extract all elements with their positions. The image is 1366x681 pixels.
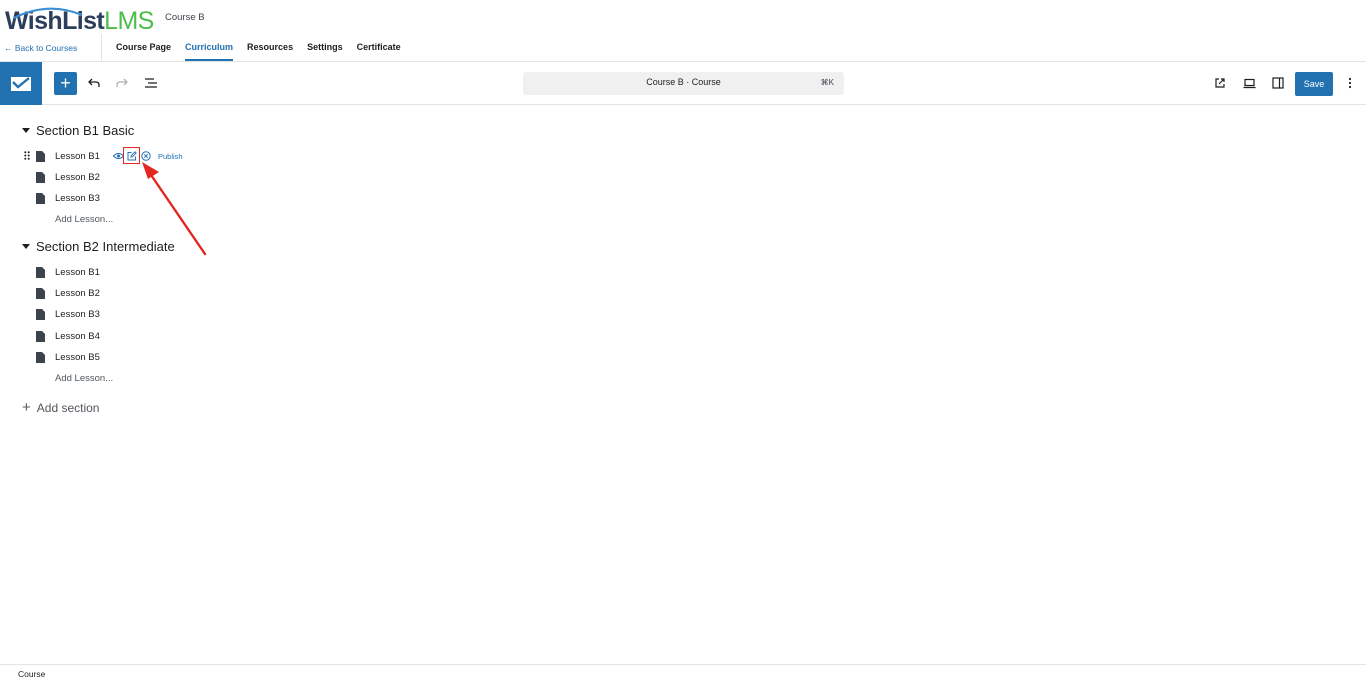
document-icon <box>36 150 45 162</box>
logo-swoosh-icon <box>13 7 83 19</box>
course-tabs: Course Page Curriculum Resources Setting… <box>101 34 415 61</box>
lesson-title: Lesson B3 <box>55 308 100 320</box>
lesson-title: Lesson B2 <box>55 287 100 299</box>
lesson-title: Lesson B4 <box>55 330 100 342</box>
lesson-title: Lesson B3 <box>55 192 100 204</box>
site-logo-button[interactable] <box>0 62 42 105</box>
status-footer: Course <box>0 664 1366 681</box>
lesson-title: Lesson B1 <box>55 266 100 278</box>
lesson-item[interactable]: Lesson B1 <box>36 148 100 164</box>
external-link-icon <box>1215 78 1225 88</box>
document-icon <box>36 330 45 342</box>
lesson-title: Lesson B2 <box>55 171 100 183</box>
view-page-button[interactable] <box>1210 73 1230 93</box>
logo-text-lms: LMS <box>104 7 154 35</box>
tab-resources[interactable]: Resources <box>247 34 293 61</box>
options-menu-button[interactable] <box>1340 73 1360 93</box>
drag-handle-icon[interactable] <box>24 151 30 160</box>
preview-button[interactable] <box>1239 73 1259 93</box>
add-section-button[interactable]: + Add section <box>22 399 100 416</box>
document-title: Course B · Course <box>646 77 721 87</box>
course-name: Course B <box>165 12 205 23</box>
undo-button[interactable] <box>84 73 104 93</box>
plus-icon: + <box>22 399 31 416</box>
settings-sidebar-toggle[interactable] <box>1268 73 1288 93</box>
app-header: WishListLMS Course B ← Back to Courses C… <box>0 0 1366 61</box>
command-palette-button[interactable]: Course B · Course ⌘K <box>523 72 844 95</box>
wishlist-logo-icon <box>11 76 31 91</box>
lesson-item[interactable]: Lesson B2 <box>36 285 100 301</box>
document-icon <box>36 171 45 183</box>
section-title: Section B1 Basic <box>36 123 135 138</box>
list-view-button[interactable] <box>141 73 161 93</box>
collapse-caret-icon[interactable] <box>22 244 30 249</box>
back-to-courses-link[interactable]: ← Back to Courses <box>4 43 77 53</box>
annotation-arrow <box>142 162 207 256</box>
lesson-item[interactable]: Lesson B5 <box>36 349 100 365</box>
shortcut-hint: ⌘K <box>820 78 834 87</box>
section-header[interactable]: Section B1 Basic <box>22 123 134 138</box>
lesson-title: Lesson B1 <box>55 150 100 162</box>
document-icon <box>36 266 45 278</box>
lesson-item[interactable]: Lesson B2 <box>36 169 100 185</box>
lesson-item[interactable]: Lesson B1 <box>36 264 100 280</box>
lesson-item[interactable]: Lesson B4 <box>36 328 100 344</box>
add-block-button[interactable]: + <box>54 72 77 95</box>
add-lesson-link[interactable]: Add Lesson... <box>55 373 113 384</box>
add-lesson-link[interactable]: Add Lesson... <box>55 214 113 225</box>
device-preview-icon <box>1243 78 1255 88</box>
collapse-caret-icon[interactable] <box>22 128 30 133</box>
document-icon <box>36 308 45 320</box>
undo-icon <box>88 78 100 87</box>
tab-course-page[interactable]: Course Page <box>116 34 171 61</box>
save-button[interactable]: Save <box>1295 72 1333 96</box>
document-icon <box>36 192 45 204</box>
editor-toolbar: + Course B · Course ⌘K Save <box>0 61 1366 105</box>
tab-curriculum[interactable]: Curriculum <box>185 34 234 61</box>
eye-icon <box>112 153 124 159</box>
document-icon <box>36 287 45 299</box>
document-icon <box>36 351 45 363</box>
tab-settings[interactable]: Settings <box>307 34 343 61</box>
wishlist-lms-logo[interactable]: WishListLMS <box>5 5 155 37</box>
more-options-icon <box>1348 77 1352 89</box>
lesson-title: Lesson B5 <box>55 351 100 363</box>
lesson-item[interactable]: Lesson B3 <box>36 190 100 206</box>
lesson-item[interactable]: Lesson B3 <box>36 306 100 322</box>
add-section-label: Add section <box>36 401 100 415</box>
sidebar-toggle-icon <box>1272 77 1284 89</box>
redo-icon <box>116 78 128 87</box>
tab-certificate[interactable]: Certificate <box>357 34 401 61</box>
redo-button[interactable] <box>112 73 132 93</box>
footer-breadcrumb[interactable]: Course <box>18 669 45 679</box>
list-view-icon <box>145 78 157 88</box>
